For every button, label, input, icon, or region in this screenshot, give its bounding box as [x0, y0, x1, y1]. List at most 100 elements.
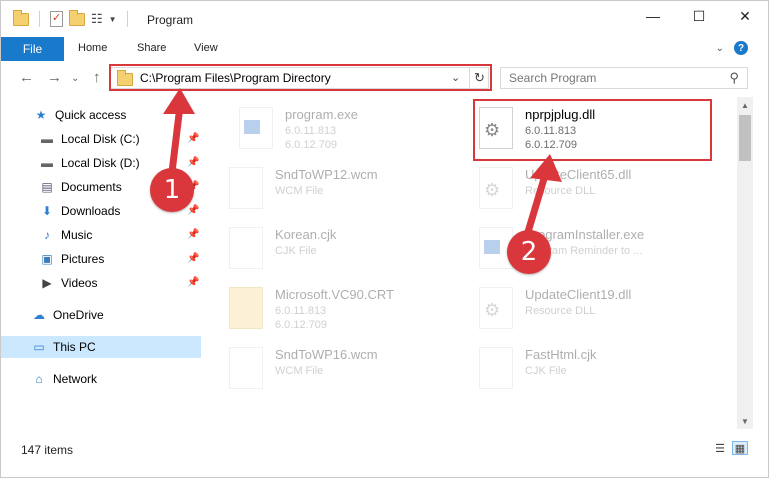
sidebar-item-label: Pictures [61, 252, 105, 266]
sidebar-item-label: Network [53, 372, 98, 386]
recent-locations-icon[interactable]: ⌄ [71, 73, 79, 84]
expand-ribbon-icon[interactable]: ⌄ [716, 43, 724, 54]
scroll-down-icon[interactable]: ▼ [737, 413, 753, 429]
download-icon: ⬇ [41, 204, 53, 218]
vertical-scrollbar[interactable]: ▲ ▼ [737, 97, 753, 429]
tab-home[interactable]: Home [78, 42, 107, 54]
explorer-window: ☷ ▼ Program — ☐ ✕ File Home Share View ⌄… [0, 0, 769, 478]
drive-icon: ▬ [41, 132, 53, 146]
ribbon-right-controls: ⌄ ? [716, 41, 748, 55]
file-icon [479, 347, 513, 389]
file-name: UpdateClient65.dll [525, 167, 632, 182]
up-arrow-icon[interactable]: ↑ [93, 69, 101, 86]
file-name: UpdateClient19.dll [525, 287, 632, 302]
pin-icon: 📌 [187, 253, 200, 264]
folder-icon [229, 287, 263, 329]
help-icon[interactable]: ? [734, 41, 748, 55]
sidebar-item-music[interactable]: ♪ Music [39, 224, 92, 246]
star-icon: ★ [35, 108, 47, 122]
close-button[interactable]: ✕ [722, 1, 768, 31]
file-name: program.exe [285, 107, 358, 122]
file-item[interactable]: program.exe 6.0.11.813 6.0.12.709 [215, 101, 445, 157]
file-item[interactable]: ProgramInstaller.exe Program Reminder to… [455, 221, 685, 277]
sidebar-item-label: Downloads [61, 204, 121, 218]
file-detail: 6.0.12.709 [285, 139, 337, 151]
file-icon [229, 167, 263, 209]
minimize-button[interactable]: — [630, 1, 676, 31]
tab-file[interactable]: File [1, 37, 64, 61]
file-item[interactable]: SndToWP12.wcm WCM File [205, 161, 435, 217]
callout-1: 1 [150, 168, 194, 212]
file-detail: CJK File [525, 365, 567, 377]
sidebar-item-documents[interactable]: ▤ Documents [39, 176, 122, 198]
file-detail: WCM File [275, 185, 324, 197]
file-detail: CJK File [275, 245, 317, 257]
pin-icon: 📌 [187, 229, 200, 240]
pictures-icon: ▣ [41, 252, 53, 266]
file-item[interactable]: Korean.cjk CJK File [205, 221, 435, 277]
back-arrow-icon[interactable]: ← [19, 69, 34, 86]
documents-icon: ▤ [41, 180, 53, 194]
music-icon: ♪ [44, 228, 50, 242]
sidebar-item-label: Music [61, 228, 93, 242]
new-folder-icon[interactable] [69, 9, 85, 26]
pin-icon: 📌 [187, 133, 200, 144]
sidebar-item-onedrive[interactable]: ☁ OneDrive [31, 304, 104, 326]
window-controls: — ☐ ✕ [630, 1, 768, 31]
drive-icon: ▬ [41, 156, 53, 170]
file-detail: Resource DLL [525, 185, 596, 197]
divider [39, 11, 40, 27]
window-title: Program [147, 13, 194, 27]
search-icon[interactable]: ⚲ [729, 70, 739, 86]
file-item[interactable]: SndToWP16.wcm WCM File [205, 341, 435, 397]
dll-icon [479, 287, 513, 329]
tab-share[interactable]: Share [137, 42, 166, 54]
tab-view[interactable]: View [194, 42, 218, 54]
file-item[interactable]: UpdateClient65.dll Resource DLL [455, 161, 685, 217]
sidebar-item-label: This PC [53, 340, 96, 354]
pin-icon: 📌 [187, 157, 200, 168]
search-input[interactable]: Search Program ⚲ [500, 67, 748, 89]
sidebar-item-this-pc[interactable]: ▭ This PC [1, 336, 201, 358]
view-toggle: ☰ ▦ [712, 441, 748, 455]
file-name: FastHtml.cjk [525, 347, 597, 362]
sidebar-item-local-disk-c[interactable]: ▬ Local Disk (C:) [39, 128, 140, 150]
sidebar-item-label: Documents [61, 180, 122, 194]
scrollbar-thumb[interactable] [739, 115, 751, 161]
network-icon: ⌂ [35, 372, 43, 386]
callout-2: 2 [507, 230, 551, 274]
file-detail: 6.0.12.709 [275, 319, 327, 331]
item-count: 147 items [21, 443, 74, 457]
scroll-up-icon[interactable]: ▲ [737, 97, 753, 113]
tiles-view-icon[interactable]: ▦ [732, 441, 748, 455]
sidebar-item-label: Local Disk (D:) [61, 156, 140, 170]
maximize-button[interactable]: ☐ [676, 1, 722, 31]
file-item[interactable]: FastHtml.cjk CJK File [455, 341, 685, 397]
sidebar-item-quick-access[interactable]: ★ Quick access [33, 104, 127, 126]
file-item[interactable]: Microsoft.VC90.CRT 6.0.11.813 6.0.12.709 [205, 281, 435, 337]
ribbon: File Home Share View ⌄ ? [1, 37, 768, 61]
sidebar-item-pictures[interactable]: ▣ Pictures [39, 248, 104, 270]
quick-access-toolbar: ☷ ▼ [13, 9, 132, 27]
cloud-icon: ☁ [33, 308, 45, 322]
address-highlight-box [109, 64, 492, 91]
file-detail: WCM File [275, 365, 324, 377]
sidebar-item-videos[interactable]: ▶ Videos [39, 272, 97, 294]
file-name: Microsoft.VC90.CRT [275, 287, 394, 302]
file-item[interactable]: UpdateClient19.dll Resource DLL [455, 281, 685, 337]
view-icon[interactable]: ☷ [91, 11, 103, 27]
sidebar-item-label: Videos [61, 276, 98, 290]
properties-icon[interactable] [50, 11, 63, 27]
sidebar-item-downloads[interactable]: ⬇ Downloads [39, 200, 120, 222]
chevron-down-icon[interactable]: ▼ [109, 15, 117, 24]
sidebar-item-network[interactable]: ⌂ Network [31, 368, 97, 390]
sidebar-item-local-disk-d[interactable]: ▬ Local Disk (D:) [39, 152, 140, 174]
file-highlight-box [473, 99, 712, 161]
forward-arrow-icon[interactable]: → [47, 69, 62, 86]
dll-icon [479, 167, 513, 209]
details-view-icon[interactable]: ☰ [712, 441, 728, 455]
pin-icon: 📌 [187, 277, 200, 288]
file-name: Korean.cjk [275, 227, 337, 242]
exe-icon [239, 107, 273, 149]
file-name: SndToWP12.wcm [275, 167, 378, 182]
